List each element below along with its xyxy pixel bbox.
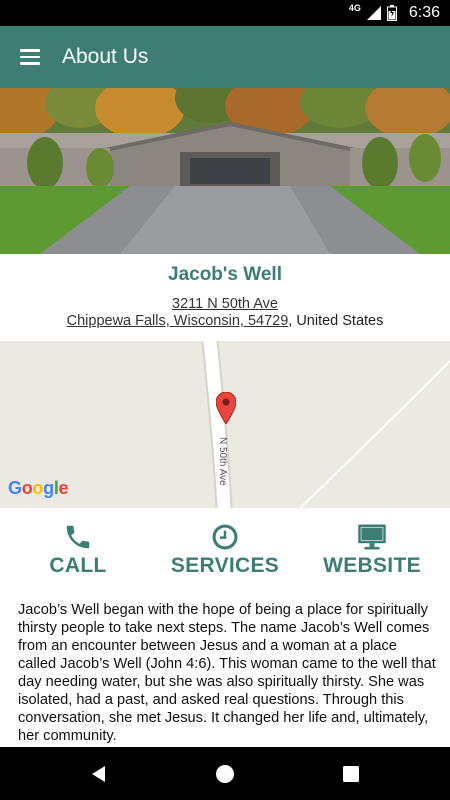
- road-label: N 50th Ave: [217, 437, 228, 486]
- city-address-link[interactable]: Chippewa Falls, Wisconsin, 54729: [67, 313, 289, 329]
- signal-icon: [366, 6, 381, 20]
- organization-name: Jacob's Well: [168, 264, 282, 285]
- phone-icon: [66, 525, 90, 549]
- battery-icon: [386, 5, 397, 21]
- map-pin-icon[interactable]: [216, 392, 236, 424]
- home-circle-icon: [216, 764, 234, 783]
- church-building-photo: [0, 88, 450, 254]
- about-description: Jacob’s Well began with the hope of bein…: [18, 602, 436, 744]
- street-address-link[interactable]: 3211 N 50th Ave: [172, 296, 278, 312]
- google-logo: Google: [8, 478, 69, 498]
- services-button[interactable]: SERVICES: [150, 508, 300, 600]
- clock-icon: [212, 524, 238, 550]
- services-label: SERVICES: [170, 554, 280, 577]
- recents-button[interactable]: [321, 747, 381, 800]
- clock-time: 6:36: [408, 4, 440, 21]
- action-row: CALL SERVICES WEBSITE: [0, 508, 450, 600]
- location-map[interactable]: N 50th Ave Google: [0, 341, 450, 508]
- country-label: , United States: [288, 313, 384, 329]
- organization-info: Jacob's Well 3211 N 50th Ave Chippewa Fa…: [0, 254, 450, 341]
- website-button[interactable]: WEBSITE: [297, 508, 447, 600]
- recents-square-icon: [343, 765, 359, 782]
- call-button[interactable]: CALL: [3, 508, 153, 600]
- monitor-icon: [358, 524, 386, 550]
- system-navigation-bar: [0, 747, 450, 800]
- app-bar: About Us: [0, 26, 450, 88]
- back-button[interactable]: [69, 747, 129, 800]
- back-triangle-icon: [92, 765, 105, 782]
- home-button[interactable]: [195, 747, 255, 800]
- status-bar: 4G 6:36: [0, 0, 450, 26]
- hamburger-menu-icon[interactable]: [14, 43, 46, 71]
- call-label: CALL: [49, 554, 107, 577]
- network-type-label: 4G: [348, 3, 361, 13]
- website-label: WEBSITE: [323, 554, 421, 577]
- page-title: About Us: [62, 45, 149, 68]
